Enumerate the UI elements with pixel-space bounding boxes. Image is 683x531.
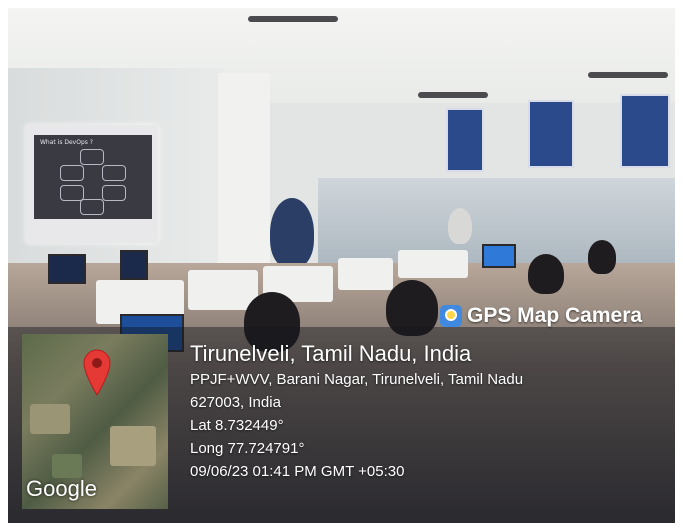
wall-poster [528,100,574,168]
badge-label: GPS Map Camera [467,304,643,327]
wall-poster [446,108,484,172]
slide-diagram-node [60,165,84,181]
slide-heading: What is DevOps ? [40,139,93,146]
projector-screen: What is DevOps ? [26,125,158,243]
presentation-slide: What is DevOps ? [34,135,152,219]
location-map: Google [22,334,168,509]
wall-poster [620,94,670,168]
slide-diagram-node [80,149,104,165]
presenter [270,198,314,268]
timestamp: 09/06/23 01:41 PM GMT +05:30 [190,463,405,480]
desk-partition [398,250,468,278]
student [448,208,472,244]
address-line-1: PPJF+WVV, Barani Nagar, Tirunelveli, Tam… [190,371,524,388]
computer-monitor [120,250,148,280]
gps-map-camera-badge: GPS Map Camera [440,302,642,330]
location-title: Tirunelveli, Tamil Nadu, India [190,341,472,366]
photo-frame: What is DevOps ? Google GPS Map Camera T… [0,0,683,531]
latitude: Lat 8.732449° [190,417,284,434]
computer-monitor [48,254,86,284]
ceiling-fan-icon [248,16,338,22]
map-terrain [30,404,70,434]
slide-diagram-node [80,199,104,215]
desk-partition [188,270,258,310]
ceiling-fan-icon [418,92,488,98]
slide-diagram-node [102,185,126,201]
map-pin-icon [83,349,111,396]
desk-partition [338,258,393,290]
pillar [218,73,270,278]
ceiling-fan-icon [588,72,668,78]
address-line-2: 627003, India [190,394,281,411]
map-terrain [52,454,82,478]
student [588,240,616,274]
slide-diagram-node [60,185,84,201]
gps-map-camera-icon [440,305,462,327]
slide-diagram-node [102,165,126,181]
student [528,254,564,294]
location-info: Tirunelveli, Tamil Nadu, India PPJF+WVV,… [190,340,523,483]
computer-monitor [482,244,516,268]
longitude: Long 77.724791° [190,440,305,457]
map-terrain [110,426,156,466]
map-attribution: Google [26,476,97,501]
